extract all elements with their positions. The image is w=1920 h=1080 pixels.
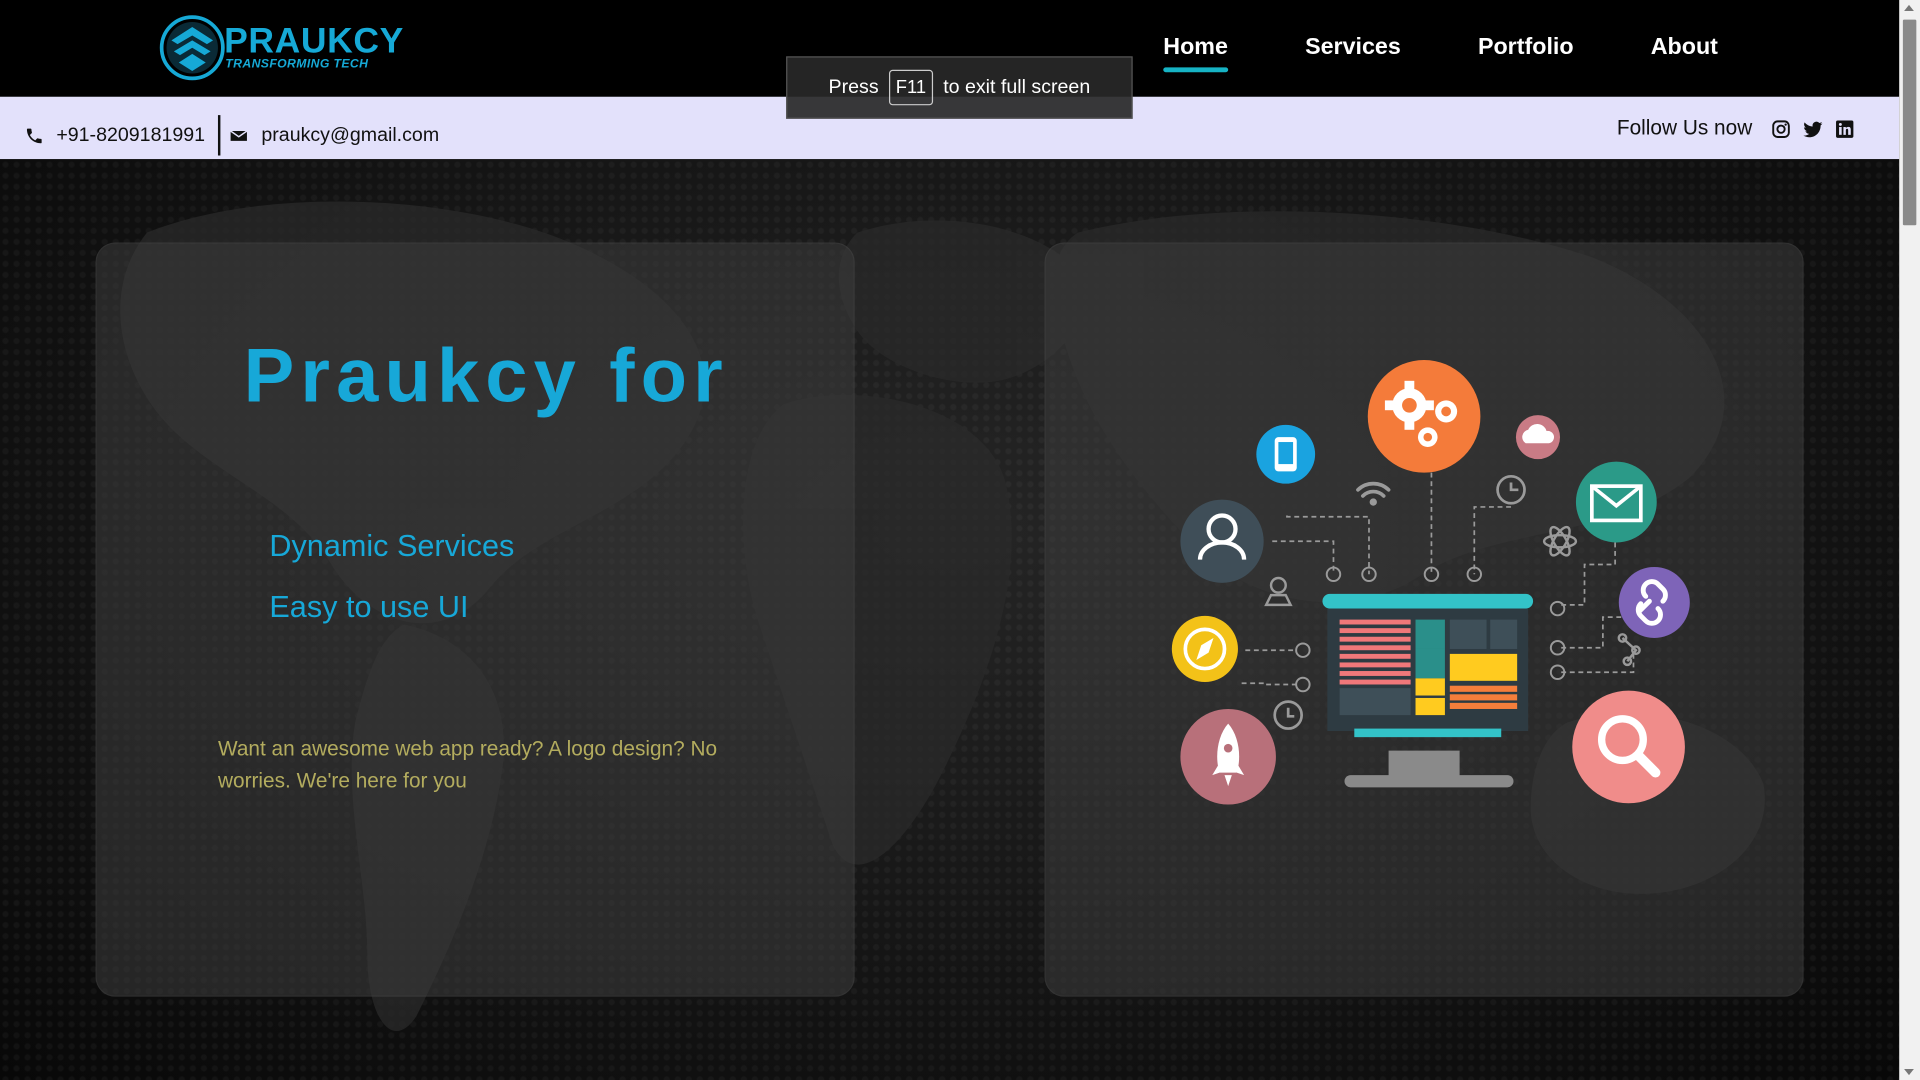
contact-divider: [218, 115, 221, 156]
logo[interactable]: PRAUKCY TRANSFORMING TECH: [159, 15, 404, 84]
map-pin-icon: [1264, 576, 1293, 607]
email-address[interactable]: praukcy@gmail.com: [261, 124, 439, 146]
social-follow: Follow Us now: [1617, 116, 1855, 140]
scroll-up-arrow-icon[interactable]: [1904, 4, 1914, 12]
tech-illustration: [1171, 360, 1690, 805]
envelope-icon: [230, 129, 248, 141]
feature-item: Easy to use UI: [269, 590, 469, 625]
clock-icon: [1496, 474, 1526, 505]
monitor-icon: [1322, 593, 1534, 788]
feature-item: Dynamic Services: [269, 528, 515, 564]
compass-icon: [1171, 615, 1238, 683]
main-nav: Home Services Portfolio About: [1163, 34, 1718, 73]
fullscreen-notice-before: Press: [828, 76, 879, 98]
fullscreen-notice-after: to exit full screen: [943, 76, 1091, 98]
gears-icon: [1367, 360, 1481, 473]
linkedin-icon[interactable]: [1834, 118, 1855, 139]
wifi-icon: [1356, 481, 1391, 506]
hero-section: Praukcy for Dynamic Services Easy to use…: [0, 159, 1900, 1080]
nav-portfolio[interactable]: Portfolio: [1478, 34, 1574, 61]
fullscreen-notice: Press F11 to exit full screen: [786, 56, 1133, 119]
atom-icon: [1542, 525, 1578, 557]
phone-number[interactable]: +91-8209181991: [56, 124, 205, 146]
hero-tagline: Want an awesome web app ready? A logo de…: [217, 737, 718, 793]
cloud-wifi-icon: [1515, 415, 1561, 460]
clock-icon: [1273, 700, 1303, 730]
nav-about[interactable]: About: [1651, 34, 1718, 61]
contact-info: +91-8209181991 praukcy@gmail.com: [24, 115, 439, 156]
nav-home[interactable]: Home: [1163, 34, 1228, 73]
fullscreen-key: F11: [888, 69, 934, 106]
nav-services[interactable]: Services: [1305, 34, 1401, 61]
page-scrollbar[interactable]: [1899, 0, 1920, 1080]
nodes-icon: [1617, 633, 1641, 667]
scroll-down-arrow-icon[interactable]: [1904, 1068, 1914, 1076]
search-icon: [1572, 690, 1685, 804]
page: PRAUKCY TRANSFORMING TECH Home Services …: [0, 0, 1920, 1080]
mail-icon: [1575, 461, 1657, 543]
mobile-icon: [1256, 424, 1316, 484]
twitter-icon[interactable]: [1802, 118, 1823, 139]
hero-illustration-card: [1044, 242, 1804, 997]
link-icon: [1618, 566, 1690, 638]
rocket-icon: [1180, 708, 1276, 805]
brand-name: PRAUKCY: [224, 22, 404, 62]
follow-label: Follow Us now: [1616, 116, 1753, 140]
logo-emblem-icon: [159, 15, 225, 81]
hero-title: Praukcy for: [243, 334, 729, 419]
hero-text-card: Praukcy for Dynamic Services Easy to use…: [95, 242, 855, 997]
phone-icon: [26, 127, 42, 143]
brand-tagline: TRANSFORMING TECH: [225, 57, 369, 72]
instagram-icon[interactable]: [1771, 118, 1792, 139]
user-icon: [1180, 499, 1264, 583]
scrollbar-thumb[interactable]: [1902, 19, 1917, 226]
